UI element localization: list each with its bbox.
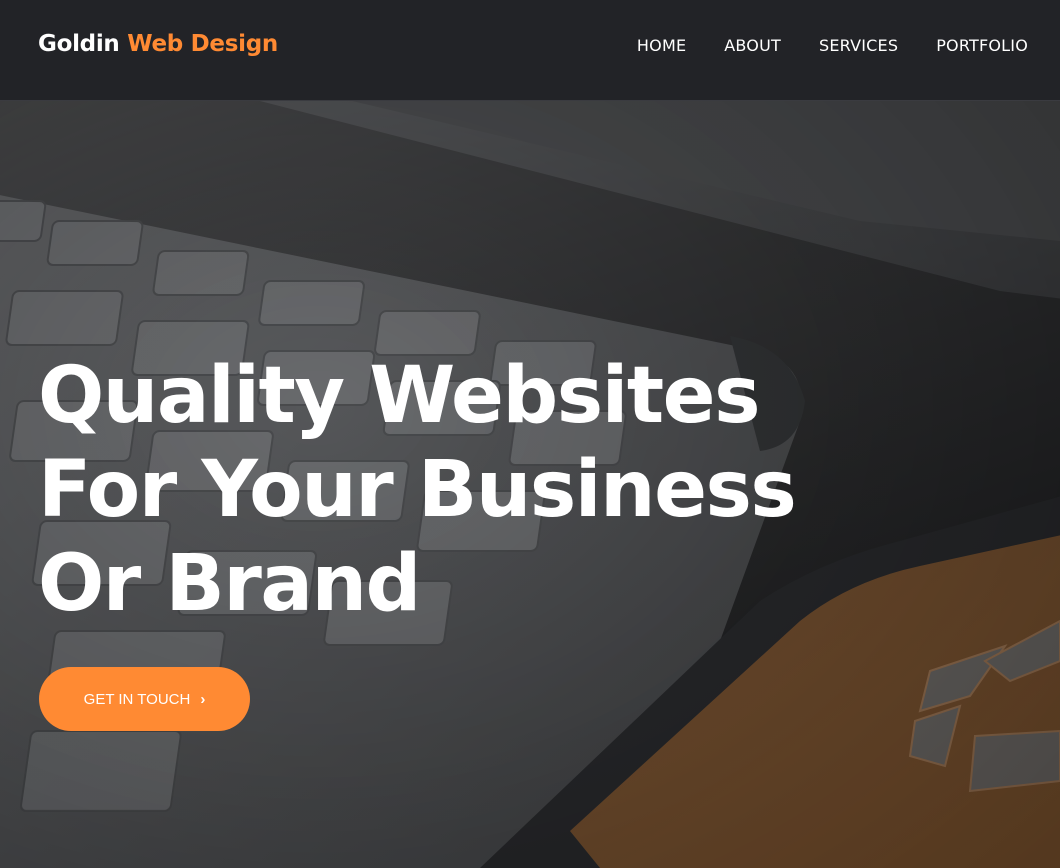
headline-line-1: Quality Websites xyxy=(38,351,761,441)
headline-line-3: Or Brand xyxy=(38,539,421,629)
hero-headline: Quality Websites For Your Business Or Br… xyxy=(38,349,797,631)
page: Goldin Web Design HOME ABOUT SERVICES PO… xyxy=(0,0,1060,868)
chevron-right-icon: › xyxy=(200,690,206,708)
nav-portfolio[interactable]: PORTFOLIO xyxy=(936,36,1028,55)
hero-section: Quality Websites For Your Business Or Br… xyxy=(0,101,1060,868)
cta-label: GET IN TOUCH xyxy=(83,690,191,708)
logo-accent-text: Web Design xyxy=(127,31,278,57)
nav-services[interactable]: SERVICES xyxy=(819,36,898,55)
main-nav: HOME ABOUT SERVICES PORTFOLIO xyxy=(637,36,1028,55)
get-in-touch-button[interactable]: GET IN TOUCH › xyxy=(39,667,250,731)
site-logo[interactable]: Goldin Web Design xyxy=(38,31,278,57)
nav-home[interactable]: HOME xyxy=(637,36,686,55)
nav-about[interactable]: ABOUT xyxy=(724,36,781,55)
headline-line-2: For Your Business xyxy=(38,445,797,535)
logo-main-text: Goldin xyxy=(38,31,120,57)
site-header: Goldin Web Design HOME ABOUT SERVICES PO… xyxy=(0,0,1060,101)
